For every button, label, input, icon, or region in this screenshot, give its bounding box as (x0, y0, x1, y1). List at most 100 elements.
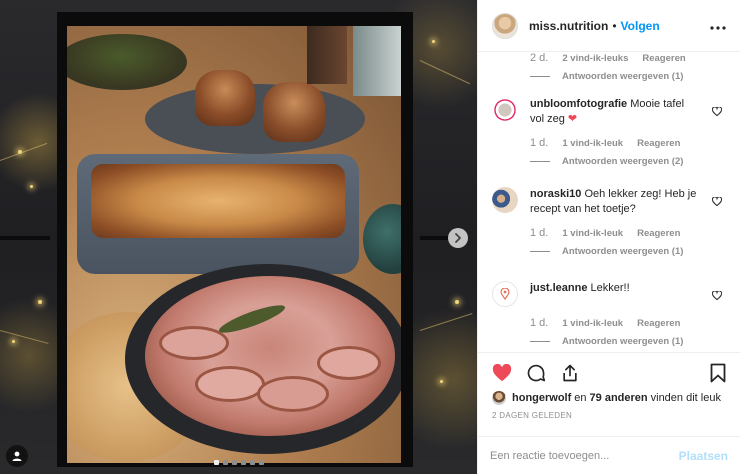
replies-divider (530, 76, 550, 77)
post-side-panel: miss.nutrition • Volgen 2 d. 2 vind-ik-l… (477, 0, 740, 474)
carousel-dot[interactable] (259, 460, 264, 465)
carousel-dot[interactable] (241, 460, 246, 465)
like-comment-button[interactable] (712, 193, 722, 211)
replies-divider (530, 251, 550, 252)
comment-likes[interactable]: 1 vind-ik-leuk (562, 228, 623, 239)
red-heart-emoji: ❤ (567, 113, 578, 125)
heart-outline-icon (712, 196, 722, 207)
author-avatar[interactable] (492, 12, 518, 39)
view-replies-label: Antwoorden weergeven (1) (562, 71, 684, 82)
post-header: miss.nutrition • Volgen (478, 0, 740, 52)
photo-roast-slice (257, 376, 329, 412)
comment-meta: 1 d. 1 vind-ik-leuk Reageren (530, 227, 728, 239)
photo-side-plate (145, 84, 365, 154)
comment-likes[interactable]: 2 vind-ik-leuks (562, 53, 628, 64)
comments-list[interactable]: 2 d. 2 vind-ik-leuks Reageren Antwoorden… (478, 53, 740, 351)
carousel-dot[interactable] (214, 460, 219, 465)
author-username[interactable]: miss.nutrition (529, 19, 608, 33)
comment-time[interactable]: 1 d. (530, 317, 548, 329)
comment-time[interactable]: 1 d. (530, 227, 548, 239)
save-button[interactable] (710, 363, 726, 383)
comment-input[interactable] (490, 449, 679, 462)
carousel-dot[interactable] (250, 460, 255, 465)
view-replies-label: Antwoorden weergeven (1) (562, 246, 684, 257)
heart-outline-icon (712, 106, 722, 117)
like-comment-button[interactable] (712, 287, 722, 305)
next-image-button[interactable] (448, 228, 468, 248)
more-horizontal-icon (710, 25, 726, 30)
liker-avatar[interactable] (492, 391, 506, 405)
comment-item: 2 d. 2 vind-ik-leuks Reageren Antwoorden… (492, 53, 728, 82)
commenter-avatar[interactable] (492, 187, 518, 213)
background-sparkle (440, 380, 443, 383)
background-sparkle (455, 300, 459, 304)
share-button[interactable] (560, 363, 580, 383)
carousel-dot[interactable] (223, 460, 228, 465)
post-comment-button[interactable]: Plaatsen (679, 449, 728, 463)
comment-text: Lekker!! (590, 282, 630, 294)
commenter-username[interactable]: unbloomfotografie (530, 98, 627, 110)
heart-outline-icon (712, 290, 722, 301)
reply-button[interactable]: Reageren (642, 53, 685, 64)
comment-time[interactable]: 1 d. (530, 137, 548, 149)
commenter-avatar[interactable] (492, 281, 518, 307)
comment-item: just.leanne Lekker!! 1 d. 1 vind-ik-leuk… (492, 281, 728, 347)
commenter-avatar[interactable] (492, 97, 518, 123)
comment-button[interactable] (526, 363, 546, 383)
carousel-indicator (214, 460, 264, 465)
heart-filled-icon (492, 364, 512, 382)
replies-divider (530, 161, 550, 162)
comment-likes[interactable]: 1 vind-ik-leuk (562, 138, 623, 149)
background-branch (0, 142, 48, 161)
replies-divider (530, 341, 550, 342)
comment-time[interactable]: 2 d. (530, 53, 548, 64)
comment-meta: 1 d. 1 vind-ik-leuk Reageren (530, 137, 728, 149)
liker-username[interactable]: hongerwolf (512, 392, 571, 404)
comment-text-block: just.leanne Lekker!! (530, 281, 698, 307)
background-branch (419, 60, 471, 85)
frame-bar (0, 236, 50, 240)
photo-frame (57, 12, 413, 467)
likes-summary: hongerwolf en 79 anderen vinden dit leuk (478, 383, 740, 405)
view-replies-label: Antwoorden weergeven (2) (562, 156, 684, 167)
reply-button[interactable]: Reageren (637, 228, 680, 239)
reply-button[interactable]: Reageren (637, 318, 680, 329)
comment-bubble-icon (527, 364, 546, 382)
comment-text-block: unbloomfotografie Mooie tafel vol zeg ❤ (530, 97, 698, 127)
follow-button[interactable]: Volgen (621, 19, 660, 33)
commenter-username[interactable]: just.leanne (530, 282, 587, 294)
comment-likes[interactable]: 1 vind-ik-leuk (562, 318, 623, 329)
photo-bottle (353, 26, 401, 96)
post-actions: hongerwolf en 79 anderen vinden dit leuk… (478, 352, 740, 420)
comment-item: noraski10 Oeh lekker zeg! Heb je recept … (492, 187, 728, 257)
photo-roast-slice (317, 346, 381, 380)
background-branch (419, 313, 473, 331)
photo-roast-slice (195, 366, 265, 402)
add-comment-bar: Plaatsen (478, 436, 740, 474)
view-replies-button[interactable]: Antwoorden weergeven (1) (530, 246, 728, 257)
commenter-username[interactable]: noraski10 (530, 188, 581, 200)
reply-button[interactable]: Reageren (637, 138, 680, 149)
post-photo[interactable] (67, 26, 401, 463)
header-separator: • (612, 18, 617, 33)
media-area (0, 0, 477, 474)
comment-text-block: noraski10 Oeh lekker zeg! Heb je recept … (530, 187, 698, 217)
comment-meta: 1 d. 1 vind-ik-leuk Reageren (530, 317, 728, 329)
frame-bar (420, 236, 450, 240)
tagged-users-button[interactable] (6, 445, 28, 467)
view-replies-button[interactable]: Antwoorden weergeven (2) (530, 156, 728, 167)
like-comment-button[interactable] (712, 103, 722, 121)
bookmark-icon (710, 363, 726, 383)
view-replies-button[interactable]: Antwoorden weergeven (1) (530, 71, 728, 82)
comment-meta: 2 d. 2 vind-ik-leuks Reageren (530, 53, 728, 64)
like-button[interactable] (492, 364, 512, 382)
post-timestamp[interactable]: 2 DAGEN GELEDEN (478, 405, 740, 420)
photo-potato (263, 82, 325, 142)
background-sparkle (38, 300, 42, 304)
view-replies-button[interactable]: Antwoorden weergeven (1) (530, 336, 728, 347)
photo-bottle (307, 26, 347, 84)
likes-conjunction: en (574, 392, 587, 404)
carousel-dot[interactable] (232, 460, 237, 465)
likes-others-link[interactable]: 79 anderen (590, 392, 648, 404)
more-options-button[interactable] (710, 17, 726, 35)
